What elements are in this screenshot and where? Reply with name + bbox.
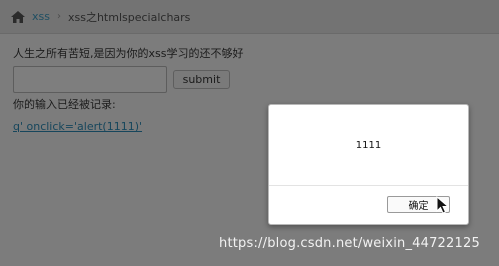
log-label: 你的输入已经被记录:: [13, 98, 116, 111]
intro-text: 人生之所有苦短,是因为你的xss学习的还不够好: [13, 47, 244, 60]
xss-input[interactable]: [13, 66, 167, 93]
log-entry-link[interactable]: q' onclick='alert(1111)': [13, 120, 142, 133]
submit-button[interactable]: submit: [173, 70, 230, 89]
breadcrumb-separator: ›: [56, 11, 61, 22]
watermark-text: https://blog.csdn.net/weixin_44722125: [219, 236, 480, 251]
breadcrumb: xss › xss之htmlspecialchars: [0, 0, 499, 34]
page: xss › xss之htmlspecialchars 人生之所有苦短,是因为你的…: [0, 0, 499, 266]
breadcrumb-link-xss[interactable]: xss: [32, 10, 50, 23]
home-icon[interactable]: [10, 10, 26, 24]
dialog-divider: [269, 185, 468, 186]
cursor-icon: [436, 196, 450, 214]
breadcrumb-current: xss之htmlspecialchars: [67, 10, 191, 24]
alert-message: 1111: [355, 140, 382, 151]
